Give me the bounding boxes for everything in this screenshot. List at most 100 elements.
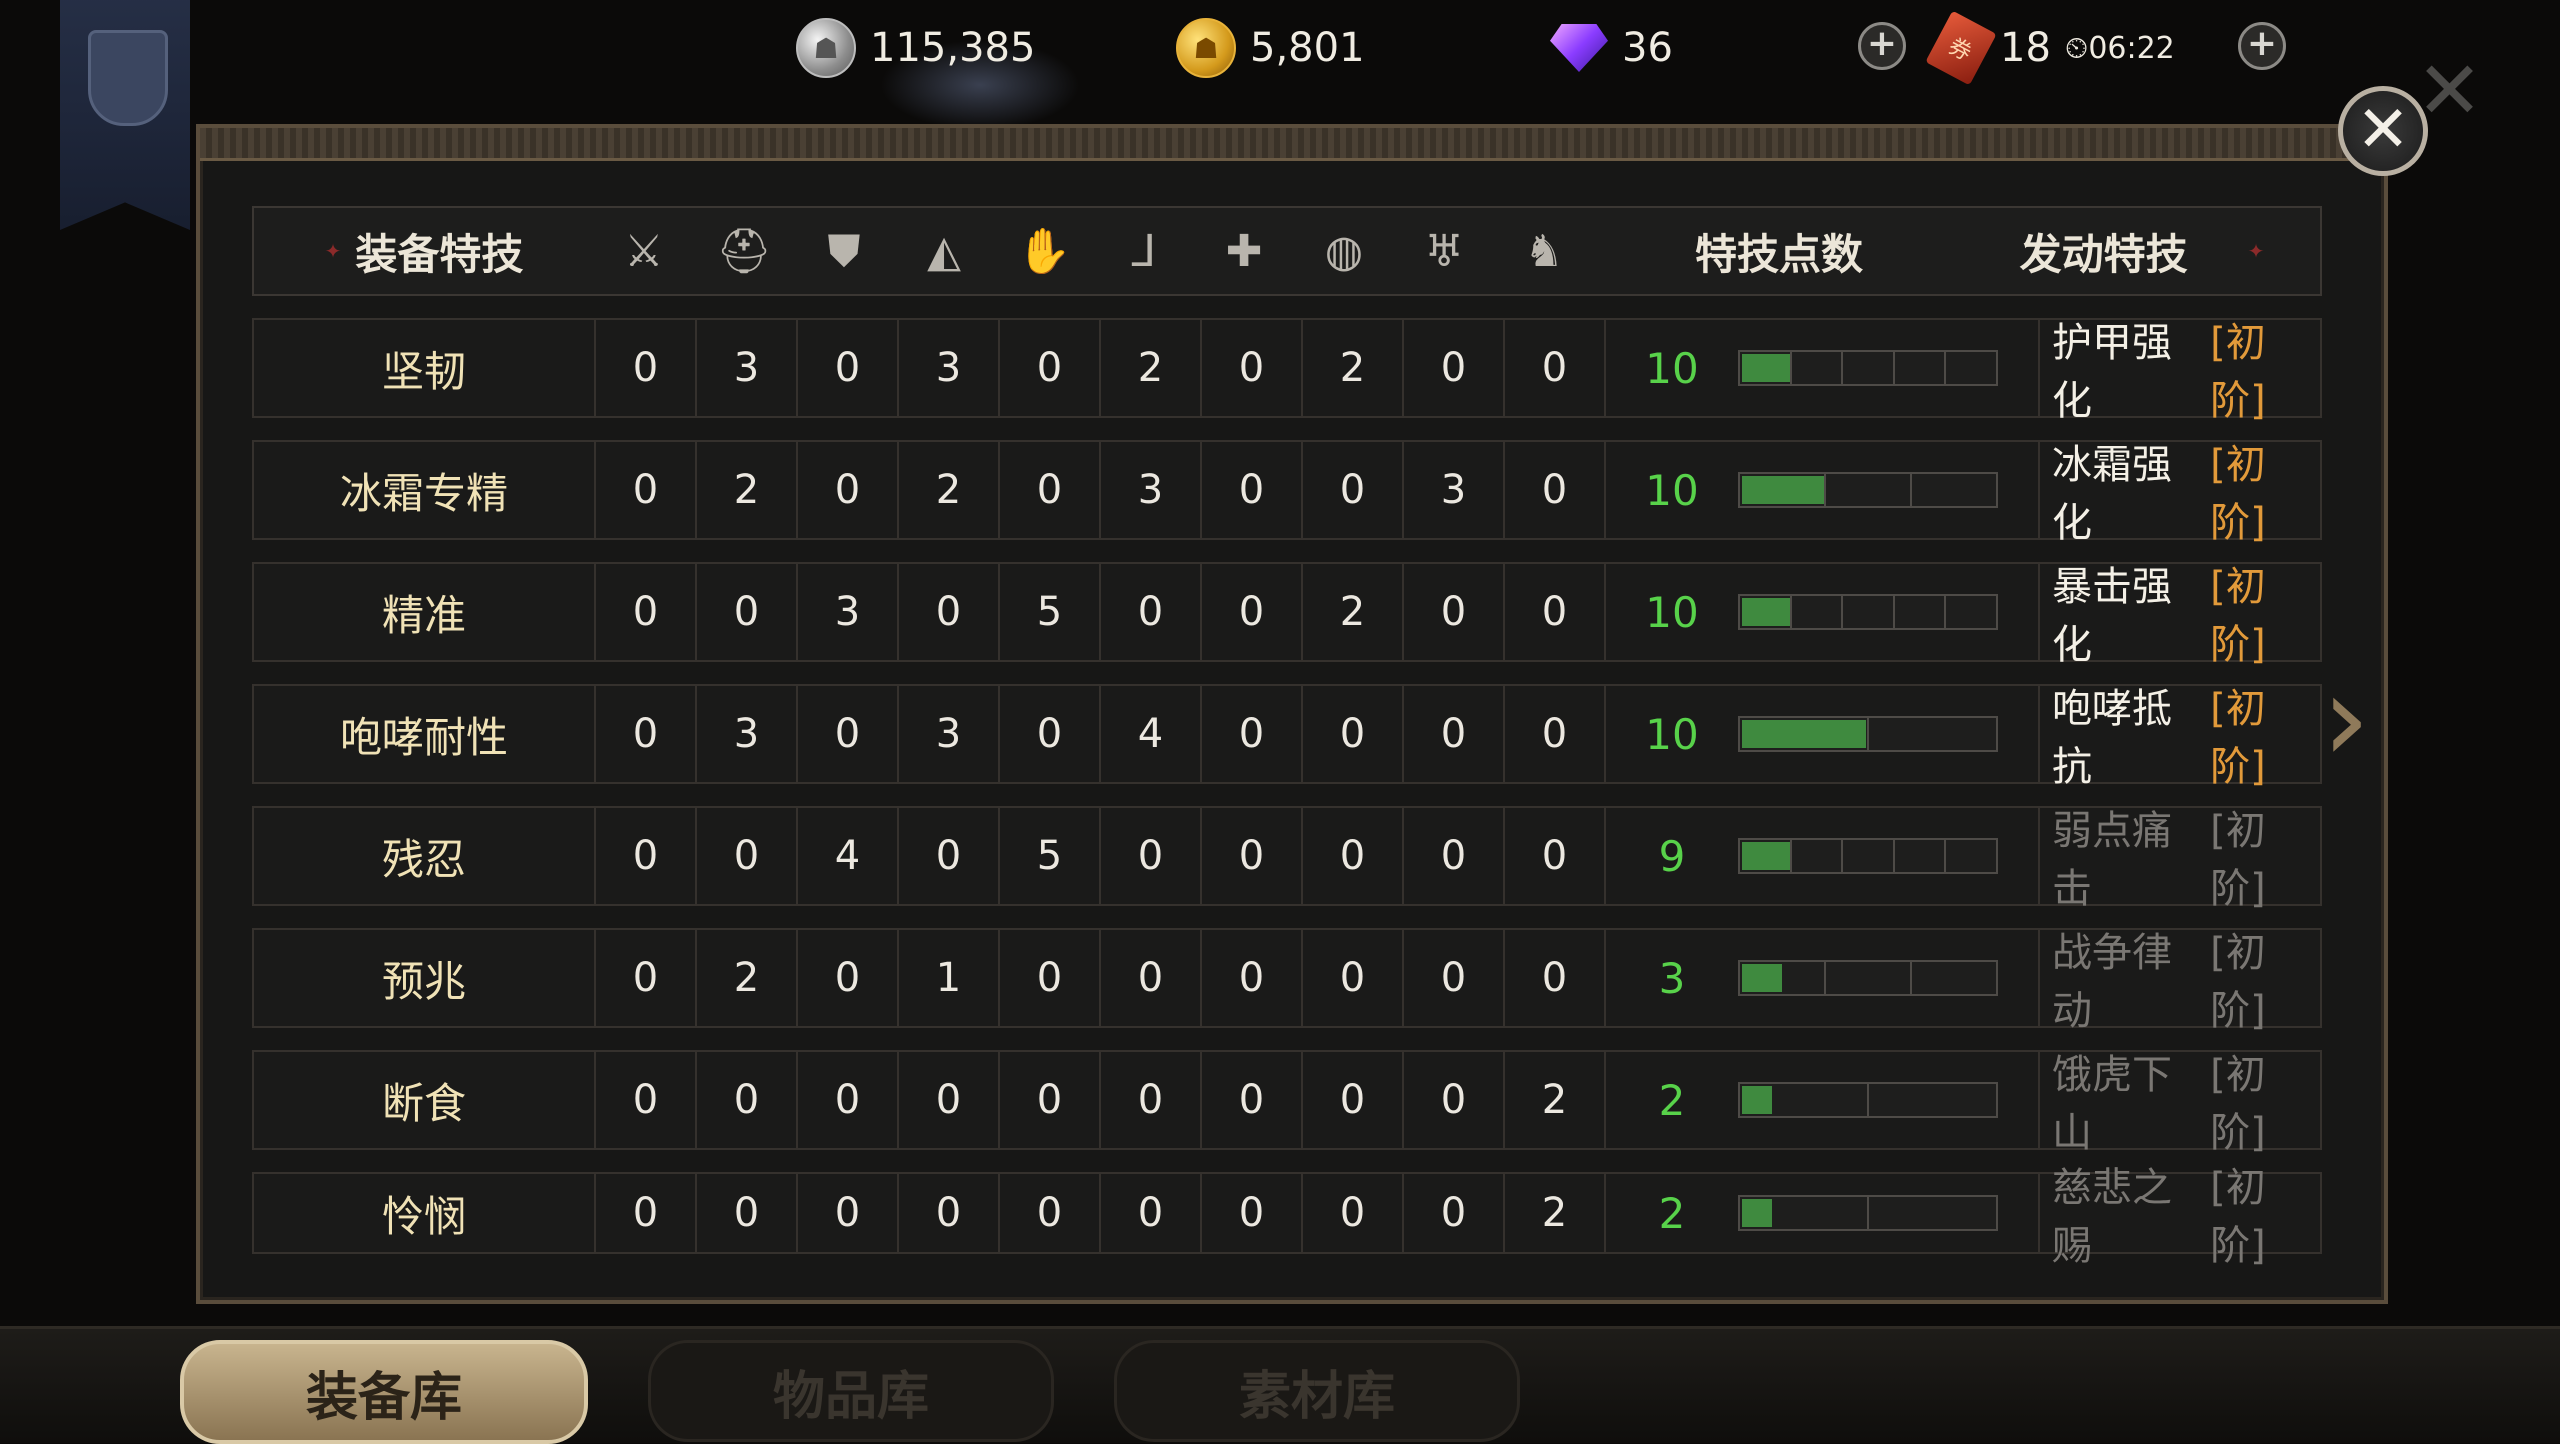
slot-value-10: 0 xyxy=(1505,686,1606,782)
activated-skill-tier: [初阶] xyxy=(2210,564,2266,668)
header-skill: 发动特技 ✦ xyxy=(1964,221,2320,282)
skill-progress-cell xyxy=(1738,1174,2038,1252)
skill-progress-bar xyxy=(1738,716,1998,752)
slot-value-1: 0 xyxy=(596,686,697,782)
table-row[interactable]: 预兆 0 2 0 1 0 0 0 0 0 0 3 战争律动 [初阶] xyxy=(252,928,2322,1034)
activated-skill[interactable]: 咆哮抵抗 [初阶] xyxy=(2038,686,2320,790)
progress-segment xyxy=(1869,1084,1996,1116)
progress-fill xyxy=(1742,720,1866,748)
slot-value-7: 0 xyxy=(1202,930,1303,1026)
progress-segment xyxy=(1826,474,1912,506)
helmet-icon: ⛑ xyxy=(716,226,772,277)
activated-skill[interactable]: 护甲强化 [初阶] xyxy=(2038,320,2320,424)
slot-value-8: 0 xyxy=(1303,1174,1404,1252)
tab-equipment-storage[interactable]: 装备库 xyxy=(180,1340,588,1444)
weapon-offhand-icon: ✚ xyxy=(1225,225,1263,277)
slot-value-9: 0 xyxy=(1404,1052,1505,1148)
activated-skill[interactable]: 暴击强化 [初阶] xyxy=(2038,564,2320,668)
progress-segment xyxy=(1912,962,1996,994)
sword-icon: ⚔ xyxy=(624,225,664,277)
skill-name: 精准 xyxy=(254,564,596,660)
skill-name: 坚韧 xyxy=(254,320,596,416)
slot-value-10: 0 xyxy=(1505,808,1606,904)
slot-value-4: 0 xyxy=(899,808,1000,904)
add-gems-button[interactable]: + xyxy=(1858,22,1906,70)
slot-value-8: 0 xyxy=(1303,1052,1404,1148)
slot-value-2: 3 xyxy=(697,320,798,416)
table-row[interactable]: 断食 0 0 0 0 0 0 0 0 0 2 2 饿虎下山 [初阶] xyxy=(252,1050,2322,1156)
slot-value-2: 3 xyxy=(697,686,798,782)
activated-skill[interactable]: 战争律动 [初阶] xyxy=(2038,930,2320,1034)
activated-skill-tier: [初阶] xyxy=(2210,1052,2266,1156)
gem-resource: 36 xyxy=(1550,18,1673,78)
silver-amount: 115,385 xyxy=(870,25,1036,71)
progress-segment xyxy=(1869,1197,1996,1229)
slot-value-6: 0 xyxy=(1101,808,1202,904)
progress-segment xyxy=(1792,840,1844,872)
slot-value-9: 0 xyxy=(1404,808,1505,904)
progress-segment xyxy=(1869,718,1996,750)
skill-progress-cell xyxy=(1738,930,2038,1026)
skill-points: 3 xyxy=(1658,953,1686,1003)
activated-skill[interactable]: 弱点痛击 [初阶] xyxy=(2038,808,2320,912)
slot-value-7: 0 xyxy=(1202,442,1303,538)
table-header: ✦ 装备特技 ⚔ ⛑ ⛊ ◭ ✋ ⅃ ✚ ◍ ♅ ♞ 特技点数 发动特技 ✦ xyxy=(252,206,2322,296)
amulet-icon: ♅ xyxy=(1424,225,1464,277)
slot-value-1: 0 xyxy=(596,930,697,1026)
slot-value-8: 0 xyxy=(1303,930,1404,1026)
ring-icon: ◍ xyxy=(1324,225,1364,277)
close-panel-button[interactable]: ✕ xyxy=(2338,86,2428,176)
table-row[interactable]: 怜悯 0 0 0 0 0 0 0 0 0 2 2 慈悲之赐 [初阶] xyxy=(252,1165,2322,1269)
skill-progress-bar xyxy=(1738,472,1998,508)
skill-progress-cell xyxy=(1738,442,2038,538)
ticket-amount: 18 xyxy=(2000,25,2051,71)
slot-value-9: 0 xyxy=(1404,564,1505,660)
progress-segment xyxy=(1946,596,1996,628)
skill-progress-cell xyxy=(1738,1052,2038,1148)
slot-value-5: 0 xyxy=(1000,1174,1101,1252)
table-row[interactable]: 坚韧 0 3 0 3 0 2 0 2 0 0 10 护甲强化 [初阶] xyxy=(252,318,2322,424)
activated-skill[interactable]: 冰霜强化 [初阶] xyxy=(2038,442,2320,546)
table-row[interactable]: 残忍 0 0 4 0 5 0 0 0 0 0 9 弱点痛击 [初阶] xyxy=(252,806,2322,912)
skill-points: 10 xyxy=(1645,465,1699,515)
tab-item-storage[interactable]: 物品库 xyxy=(648,1340,1054,1442)
slot-value-10: 0 xyxy=(1505,320,1606,416)
slot-value-3: 0 xyxy=(798,1052,899,1148)
slot-value-8: 0 xyxy=(1303,808,1404,904)
slot-value-6: 0 xyxy=(1101,564,1202,660)
slot-value-9: 0 xyxy=(1404,320,1505,416)
progress-segment xyxy=(1912,474,1996,506)
progress-segment xyxy=(1826,962,1912,994)
ticket-icon: 券 xyxy=(1925,10,1997,86)
slot-value-3: 0 xyxy=(798,1174,899,1252)
activated-skill-name: 冰霜强化 xyxy=(2052,442,2172,546)
activated-skill[interactable]: 饿虎下山 [初阶] xyxy=(2038,1052,2320,1156)
next-page-arrow-icon[interactable]: › xyxy=(2322,660,2382,780)
resource-bar: ☗ 115,385 ☗ 5,801 36 + 券 18 ⏲06:22 + xyxy=(0,0,2560,100)
slot-value-4: 1 xyxy=(899,930,1000,1026)
skill-progress-cell xyxy=(1738,686,2038,782)
slot-value-10: 2 xyxy=(1505,1174,1606,1252)
table-row[interactable]: 精准 0 0 3 0 5 0 0 2 0 0 10 暴击强化 [初阶] xyxy=(252,562,2322,668)
table-row[interactable]: 冰霜专精 0 2 0 2 0 3 0 0 3 0 10 冰霜强化 [初阶] xyxy=(252,440,2322,546)
skill-points: 9 xyxy=(1658,831,1686,881)
progress-fill xyxy=(1742,476,1824,504)
add-tickets-button[interactable]: + xyxy=(2238,22,2286,70)
skill-points: 10 xyxy=(1645,343,1699,393)
activated-skill[interactable]: 慈悲之赐 [初阶] xyxy=(2038,1165,2320,1269)
progress-segment xyxy=(1843,596,1895,628)
tab-material-storage[interactable]: 素材库 xyxy=(1114,1340,1520,1442)
boots-icon: ⅃ xyxy=(1131,225,1157,277)
table-row[interactable]: 咆哮耐性 0 3 0 3 0 4 0 0 0 0 10 咆哮抵抗 [初阶] xyxy=(252,684,2322,790)
activated-skill-name: 弱点痛击 xyxy=(2052,808,2172,912)
background-close-icon[interactable]: ✕ xyxy=(2416,51,2483,131)
progress-segment xyxy=(1946,352,1996,384)
skill-progress-bar xyxy=(1738,838,1998,874)
activated-skill-tier: [初阶] xyxy=(2210,808,2266,912)
slot-value-1: 0 xyxy=(596,564,697,660)
progress-segment xyxy=(1895,596,1947,628)
slot-value-9: 0 xyxy=(1404,930,1505,1026)
slot-value-10: 0 xyxy=(1505,930,1606,1026)
progress-segment xyxy=(1843,840,1895,872)
activated-skill-tier: [初阶] xyxy=(2210,1165,2266,1269)
